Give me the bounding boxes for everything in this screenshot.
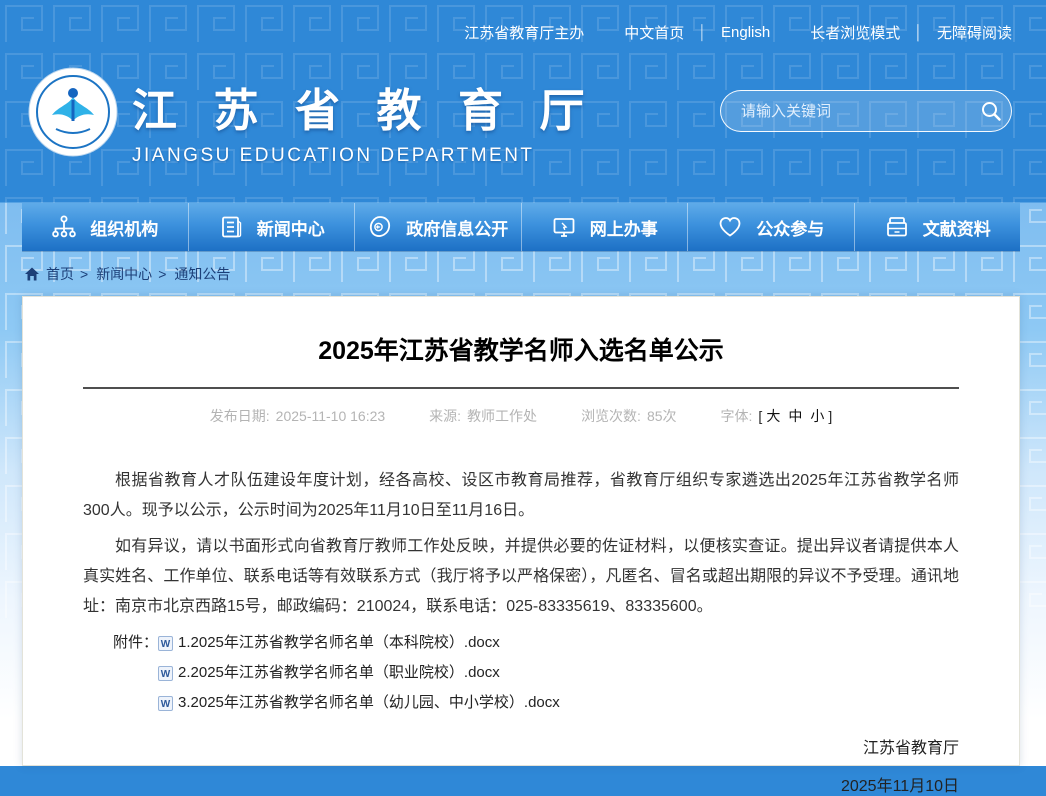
nav-label: 政府信息公开 — [406, 215, 508, 240]
attachment-name: 3.2025年江苏省教学名师名单（幼儿园、中小学校）.docx — [178, 688, 560, 718]
meta-publish-date: 发布日期: 2025-11-10 16:23 — [210, 406, 385, 426]
breadcrumb-news-center[interactable]: 新闻中心 — [96, 264, 152, 284]
topbar-link-elder-mode[interactable]: 长者浏览模式 — [810, 22, 900, 43]
attachment-link-2[interactable]: W 2.2025年江苏省教学名师名单（职业院校）.docx — [158, 658, 560, 688]
nav-item-online-services[interactable]: 网上办事 — [521, 203, 688, 251]
meta-font-label: 字体: — [721, 408, 753, 424]
nav-label: 公众参与 — [756, 215, 824, 240]
breadcrumb: 首页 > 新闻中心 > 通知公告 — [24, 260, 1046, 288]
meta-font-size-switcher: 字体: [大中小] — [721, 406, 833, 426]
search-box — [720, 90, 1012, 132]
breadcrumb-home[interactable]: 首页 — [46, 264, 74, 284]
word-doc-icon: W — [158, 636, 173, 651]
nav-item-organization[interactable]: 组织机构 — [22, 203, 188, 251]
article-paragraph: 根据省教育人才队伍建设年度计划，经各高校、设区市教育局推荐，省教育厅组织专家遴选… — [83, 466, 959, 526]
nav-item-news-center[interactable]: 新闻中心 — [188, 203, 355, 251]
nav-label: 网上办事 — [590, 215, 658, 240]
font-size-small-button[interactable]: 小 — [810, 408, 824, 424]
site-name: 江 苏 省 教 育 厅 — [132, 74, 597, 139]
main-nav: 组织机构 新闻中心 政府信息公开 网上办事 公众参与 — [22, 203, 1020, 251]
jiangsu-education-logo-icon[interactable] — [28, 67, 118, 157]
word-doc-icon: W — [158, 666, 173, 681]
meta-views: 浏览次数: 85次 — [581, 406, 676, 426]
nav-item-gov-info-disclosure[interactable]: 政府信息公开 — [354, 203, 521, 251]
title-divider — [83, 387, 959, 389]
meta-views-label: 浏览次数: — [581, 408, 641, 424]
nav-label: 组织机构 — [90, 215, 158, 240]
signature-date: 2025年11月10日 — [23, 772, 959, 796]
search-icon — [980, 100, 1002, 122]
topbar-separator: │ — [914, 24, 923, 40]
topbar-link-host[interactable]: 江苏省教育厅主办 — [464, 22, 584, 43]
attachment-name: 2.2025年江苏省教学名师名单（职业院校）.docx — [178, 658, 500, 688]
topbar-link-chinese-home[interactable]: 中文首页 — [624, 22, 684, 43]
bracket-open: [ — [758, 408, 762, 424]
article-signature: 江苏省教育厅 2025年11月10日 — [23, 734, 959, 796]
breadcrumb-notices[interactable]: 通知公告 — [174, 264, 230, 284]
meta-source-label: 来源: — [429, 408, 461, 424]
meta-publish-label: 发布日期: — [210, 408, 270, 424]
signature-organization: 江苏省教育厅 — [23, 734, 959, 758]
search-input[interactable] — [721, 103, 971, 120]
nav-item-public-participation[interactable]: 公众参与 — [687, 203, 854, 251]
online-service-icon — [551, 214, 577, 240]
topbar-link-english[interactable]: English — [721, 24, 770, 41]
article-paragraph: 如有异议，请以书面形式向省教育厅教师工作处反映，并提供必要的佐证材料，以便核实查… — [83, 532, 959, 622]
page: { "topbar": { "separator": "│", "links":… — [0, 0, 1046, 766]
org-chart-icon — [51, 214, 77, 240]
meta-source: 来源: 教师工作处 — [429, 406, 537, 426]
breadcrumb-separator: > — [80, 266, 88, 282]
topbar: 江苏省教育厅主办 中文首页 │ English 长者浏览模式 │ 无障碍阅读 — [0, 0, 1046, 64]
search-button[interactable] — [971, 91, 1011, 131]
news-icon — [218, 214, 244, 240]
attachment-link-3[interactable]: W 3.2025年江苏省教学名师名单（幼儿园、中小学校）.docx — [158, 688, 560, 718]
attachment-link-1[interactable]: W 1.2025年江苏省教学名师名单（本科院校）.docx — [158, 628, 560, 658]
site-title-block[interactable]: 江 苏 省 教 育 厅 JIANGSU EDUCATION DEPARTMENT — [132, 74, 597, 167]
attachments-label: 附件： — [113, 628, 158, 658]
nav-item-documents[interactable]: 文献资料 — [854, 203, 1021, 251]
article-title: 2025年江苏省教学名师入选名单公示 — [23, 331, 1019, 367]
word-doc-icon: W — [158, 696, 173, 711]
home-icon[interactable] — [24, 266, 40, 282]
breadcrumb-separator: > — [158, 266, 166, 282]
site-name-english: JIANGSU EDUCATION DEPARTMENT — [132, 145, 597, 167]
article-body: 根据省教育人才队伍建设年度计划，经各高校、设区市教育局推荐，省教育厅组织专家遴选… — [83, 466, 959, 622]
meta-source-value: 教师工作处 — [467, 408, 537, 424]
meta-views-value: 85次 — [647, 408, 677, 424]
font-size-large-button[interactable]: 大 — [766, 408, 780, 424]
info-disclosure-icon — [367, 214, 393, 240]
attachments-section: 附件： W 1.2025年江苏省教学名师名单（本科院校）.docx W 2.20… — [83, 628, 959, 718]
article-meta: 发布日期:2025-11-10 16:23 来源:教师工作处 浏览次数:85次 … — [23, 406, 1019, 426]
bracket-close: ] — [828, 408, 832, 424]
attachment-name: 1.2025年江苏省教学名师名单（本科院校）.docx — [178, 628, 500, 658]
nav-label: 文献资料 — [923, 215, 991, 240]
article-panel: 2025年江苏省教学名师入选名单公示 发布日期: 2025-11-10 16:23… — [22, 296, 1020, 766]
nav-label: 新闻中心 — [257, 215, 325, 240]
topbar-separator: │ — [698, 24, 707, 40]
site-header: 江 苏 省 教 育 厅 JIANGSU EDUCATION DEPARTMENT — [0, 64, 1046, 203]
font-size-medium-button[interactable]: 中 — [788, 408, 802, 424]
heart-icon — [717, 214, 743, 240]
topbar-link-accessibility[interactable]: 无障碍阅读 — [937, 22, 1012, 43]
attachments-list: W 1.2025年江苏省教学名师名单（本科院校）.docx W 2.2025年江… — [158, 628, 560, 718]
meta-publish-value: 2025-11-10 16:23 — [276, 408, 386, 424]
archive-icon — [884, 214, 910, 240]
